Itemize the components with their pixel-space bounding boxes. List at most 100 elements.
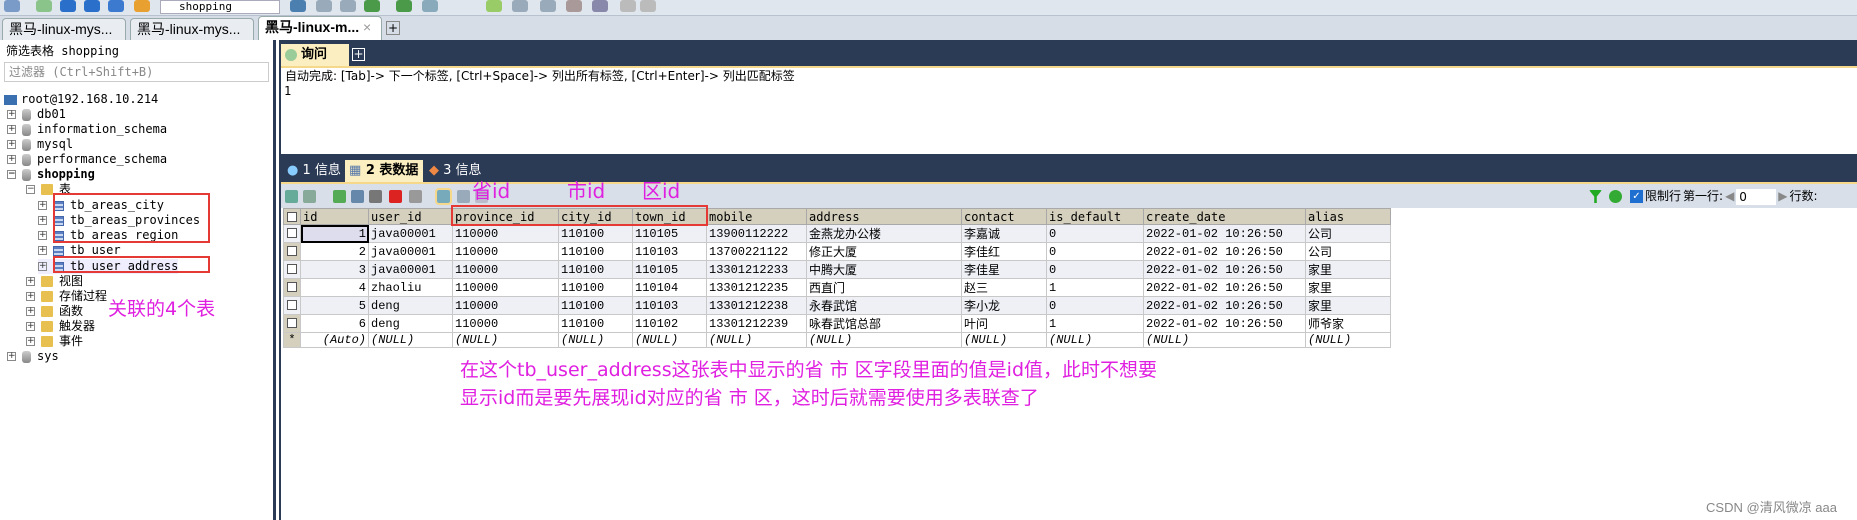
cell-id[interactable]: 1 <box>300 224 369 243</box>
table-row[interactable]: 6 deng 110000 110100 110102 13301212239 咏春武馆总部… <box>283 314 1391 333</box>
table-row[interactable]: 3 java00001 110000 110100 110105 13301212233 中… <box>283 260 1391 279</box>
filter-input[interactable]: 过滤器 (Ctrl+Shift+B) <box>4 62 269 82</box>
column-header[interactable]: mobile <box>706 208 807 225</box>
db-node[interactable]: + information_schema <box>7 122 167 137</box>
column-header[interactable]: alias <box>1305 208 1391 225</box>
cell-contact[interactable]: 李嘉诚 <box>961 224 1047 243</box>
import-icon[interactable] <box>316 0 332 12</box>
cancel-icon[interactable] <box>409 190 422 203</box>
cell-create-date[interactable]: 2022-01-02 10:26:50 <box>1143 296 1306 315</box>
row-checkbox[interactable] <box>283 278 301 297</box>
cell-mobile[interactable]: 13301212233 <box>706 260 807 279</box>
select-all-checkbox[interactable] <box>283 208 301 225</box>
cell-alias[interactable]: 公司 <box>1305 224 1391 243</box>
expand-icon[interactable]: + <box>7 110 16 119</box>
new-connection-icon[interactable] <box>36 0 52 12</box>
expand-icon[interactable]: + <box>7 352 16 361</box>
cell-province-id[interactable]: 110000 <box>452 260 559 279</box>
cell-alias[interactable]: 家里 <box>1305 278 1391 297</box>
column-header[interactable]: user_id <box>368 208 453 225</box>
cell-id[interactable]: 4 <box>300 278 369 297</box>
cell-town-id[interactable]: 110102 <box>632 314 707 333</box>
cell-town-id[interactable]: 110105 <box>632 224 707 243</box>
cell-city-id[interactable]: 110100 <box>558 242 633 261</box>
table-row[interactable]: 4 zhaoliu 110000 110100 110104 13301212235 西直门… <box>283 278 1391 297</box>
cell-is-default[interactable]: 0 <box>1046 260 1144 279</box>
table-row[interactable]: 1 java00001 110000 110100 110105 13900112222 金… <box>283 224 1391 243</box>
cell-id[interactable]: 3 <box>300 260 369 279</box>
expand-icon[interactable]: + <box>26 307 35 316</box>
close-icon[interactable]: × <box>363 19 371 35</box>
row-checkbox[interactable] <box>283 314 301 333</box>
column-header[interactable]: id <box>300 208 369 225</box>
cell-contact[interactable]: 李小龙 <box>961 296 1047 315</box>
notify-icon[interactable] <box>592 0 608 12</box>
expand-icon[interactable]: + <box>38 262 47 271</box>
add-row-icon[interactable] <box>333 190 346 203</box>
cell-create-date[interactable]: 2022-01-02 10:26:50 <box>1143 242 1306 261</box>
scheduler-icon[interactable] <box>512 0 528 12</box>
cell-city-id[interactable]: 110100 <box>558 278 633 297</box>
cell-city-id[interactable]: 110100 <box>558 224 633 243</box>
cell-null[interactable]: (NULL) <box>1046 332 1144 348</box>
cell-create-date[interactable]: 2022-01-02 10:26:50 <box>1143 278 1306 297</box>
prev-page-icon[interactable]: ◀ <box>1725 189 1734 203</box>
collapse-icon[interactable]: − <box>7 170 16 179</box>
cell-id[interactable]: 6 <box>300 314 369 333</box>
sync-icon[interactable] <box>364 0 380 12</box>
tools-icon[interactable] <box>566 0 582 12</box>
db-node[interactable]: + mysql <box>7 137 73 152</box>
cell-province-id[interactable]: 110000 <box>452 278 559 297</box>
row-checkbox[interactable] <box>283 260 301 279</box>
cell-user-id[interactable]: deng <box>368 314 453 333</box>
cell-null[interactable]: (NULL) <box>1143 332 1306 348</box>
execute-all-icon[interactable] <box>84 0 100 12</box>
column-header[interactable]: contact <box>961 208 1047 225</box>
cell-province-id[interactable]: 110000 <box>452 296 559 315</box>
backup-icon[interactable] <box>396 0 412 12</box>
cell-province-id[interactable]: 110000 <box>452 314 559 333</box>
new-query-button[interactable]: + <box>352 48 365 61</box>
refresh-icon[interactable] <box>134 0 150 12</box>
expand-icon[interactable]: + <box>26 322 35 331</box>
server-node[interactable]: root@192.168.10.214 <box>4 92 158 107</box>
expand-icon[interactable]: + <box>38 216 47 225</box>
row-checkbox[interactable] <box>283 296 301 315</box>
collapse-icon[interactable]: − <box>26 185 35 194</box>
cell-create-date[interactable]: 2022-01-02 10:26:50 <box>1143 224 1306 243</box>
db-node[interactable]: + db01 <box>7 107 66 122</box>
next-page-icon[interactable]: ▶ <box>1778 189 1787 203</box>
cell-city-id[interactable]: 110100 <box>558 260 633 279</box>
cell-user-id[interactable]: java00001 <box>368 224 453 243</box>
cell-alias[interactable]: 公司 <box>1305 242 1391 261</box>
connection-tab[interactable]: 黑马-linux-mys... <box>2 18 126 40</box>
cell-user-id[interactable]: java00001 <box>368 260 453 279</box>
cell-user-id[interactable]: deng <box>368 296 453 315</box>
cell-address[interactable]: 永春武馆 <box>806 296 962 315</box>
database-selector[interactable]: shopping <box>160 0 280 14</box>
expand-icon[interactable]: + <box>7 140 16 149</box>
cell-null[interactable]: (NULL) <box>558 332 633 348</box>
table-row[interactable]: 2 java00001 110000 110100 110103 13700221122 修… <box>283 242 1391 261</box>
cell-address[interactable]: 修正大厦 <box>806 242 962 261</box>
cell-mobile[interactable]: 13301212238 <box>706 296 807 315</box>
cell-user-id[interactable]: zhaoliu <box>368 278 453 297</box>
cell-alias[interactable]: 家里 <box>1305 260 1391 279</box>
cell-is-default[interactable]: 0 <box>1046 242 1144 261</box>
cell-null[interactable]: (NULL) <box>452 332 559 348</box>
connection-tab[interactable]: 黑马-linux-mys... <box>130 18 254 40</box>
query-tab[interactable]: 询问 <box>281 44 349 66</box>
cell-contact[interactable]: 叶问 <box>961 314 1047 333</box>
cell-create-date[interactable]: 2022-01-02 10:26:50 <box>1143 260 1306 279</box>
lock-icon[interactable] <box>620 0 636 12</box>
delete-icon[interactable] <box>389 190 402 203</box>
cell-null[interactable]: (NULL) <box>706 332 807 348</box>
cell-mobile[interactable]: 13301212235 <box>706 278 807 297</box>
cell-contact[interactable]: 李佳红 <box>961 242 1047 261</box>
save-icon[interactable] <box>369 190 382 203</box>
functions-folder[interactable]: + 函数 <box>26 304 83 319</box>
query-builder-icon[interactable] <box>486 0 502 12</box>
cell-null[interactable]: (NULL) <box>1305 332 1391 348</box>
expand-icon[interactable]: + <box>26 292 35 301</box>
db-node[interactable]: + sys <box>7 349 59 364</box>
